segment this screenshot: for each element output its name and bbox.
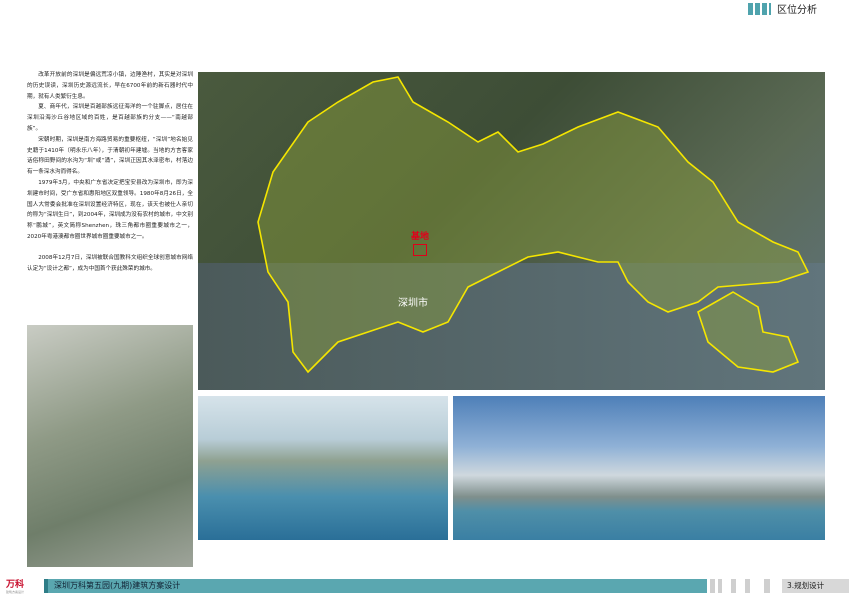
header-stripe: [755, 2, 760, 15]
paragraph: 宋朝时期，深圳是南方海路贸易的重要枢纽，“深圳”地名始见史籍于1410年（明永乐…: [27, 136, 193, 176]
site-label: 基地: [411, 232, 430, 242]
footer-block: [718, 579, 722, 593]
intro-text: 改革开放前的深圳是偏远荒凉小镇，边陲渔村，其实是对深圳的历史误读，深圳历史源远流…: [27, 70, 193, 274]
footer-block: [745, 579, 750, 593]
city-label: 深圳市: [398, 298, 428, 309]
footer-block: [764, 579, 770, 593]
logo-text: 万科: [6, 580, 25, 590]
waterfront-rendering-photo: [198, 396, 448, 540]
paragraph: 1979年3月，中央和广东省决定把宝安县改为深圳市，即为深圳建市时间，受广东省和…: [27, 179, 193, 240]
project-title-bar: 深圳万科第五园(九期)建筑方案设计: [44, 579, 707, 593]
aerial-rendering-photo: [27, 325, 193, 567]
header-stripe: [769, 2, 771, 15]
city-boundary: [257, 76, 810, 374]
bay-skyline-photo: [453, 396, 825, 540]
paragraph: 夏、商年代，深圳是百越部族远征海洋的一个驻脚点，居住在深圳沿海沙丘谷地区域的百姓…: [27, 104, 193, 132]
footer-block: [710, 579, 715, 593]
section-label: 3.规划设计: [782, 579, 849, 593]
vanke-logo: 万科 建筑方案设计: [6, 577, 24, 594]
site-icon: [413, 244, 427, 256]
header-title: 区位分析: [777, 5, 817, 16]
logo-subtext: 建筑方案设计: [6, 590, 25, 594]
paragraph: 2008年12月7日，深圳被联合国教科文组织全球创意城市网络认定为“设计之都”，…: [27, 254, 193, 272]
section-header: 区位分析: [748, 1, 817, 16]
paragraph: 改革开放前的深圳是偏远荒凉小镇，边陲渔村，其实是对深圳的历史误读，深圳历史源远流…: [27, 72, 193, 100]
site-marker: 基地: [411, 232, 429, 257]
location-map: 深圳市: [198, 72, 825, 390]
footer-block: [731, 579, 736, 593]
header-stripe: [748, 2, 753, 15]
header-stripe: [762, 2, 767, 15]
